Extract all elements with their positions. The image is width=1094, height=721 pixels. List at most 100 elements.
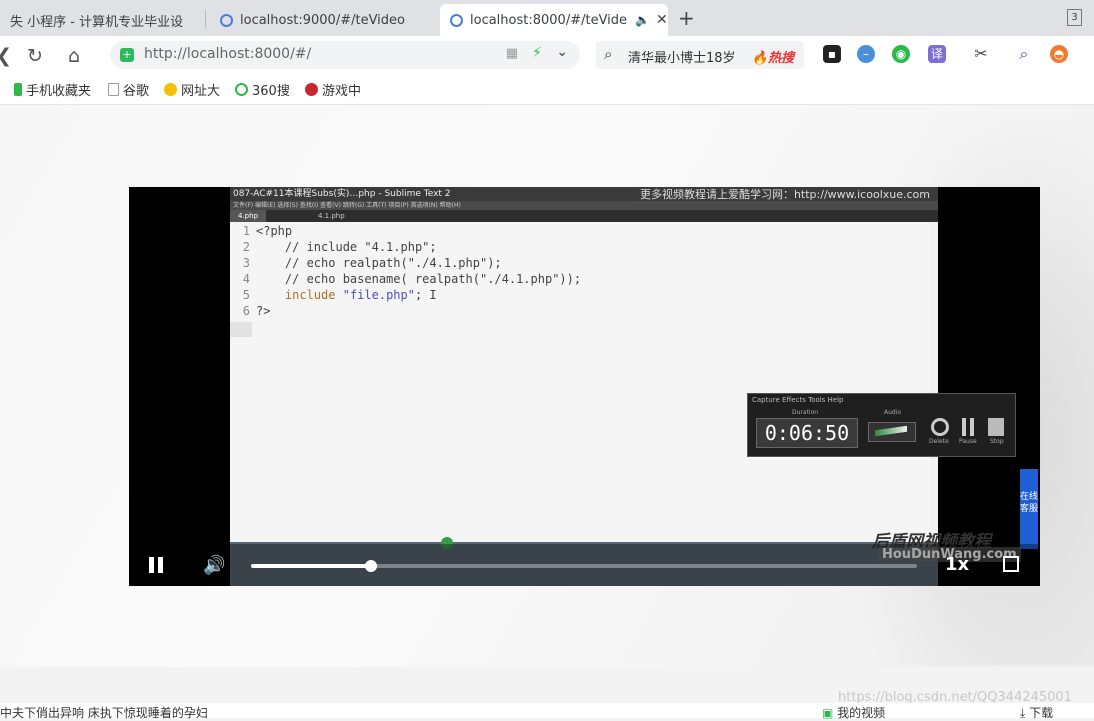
tab-localhost-9000[interactable]: localhost:9000/#/teVideo: [210, 4, 435, 36]
reload-icon[interactable]: ↻: [27, 45, 43, 67]
line-number: 6: [242, 304, 250, 318]
tab-localhost-8000[interactable]: localhost:8000/#/teVide 🔈 ✕: [440, 4, 668, 36]
audio-meter-fill: [875, 425, 907, 437]
line-number: 2: [242, 240, 250, 254]
pause-bar: [158, 557, 163, 573]
tab-count-badge[interactable]: 3: [1067, 9, 1082, 26]
audio-label: Audio: [884, 409, 902, 416]
duration-label: Duration: [792, 409, 819, 416]
code-keyword: include: [284, 288, 336, 302]
code-line: // echo basename( realpath("./4.1.php"))…: [256, 272, 582, 286]
player-controls: 🔊 1x: [129, 544, 1040, 586]
bookmark-label: 游戏中: [322, 84, 362, 99]
browser-toolbar: ❮ ↻ ⌂ + http://localhost:8000/#/ ▦ ⚡ ⌄ ⌕…: [0, 36, 1094, 74]
tab-label: 失 小程序 - 计算机专业毕业设: [10, 14, 184, 30]
tab-label: localhost:9000/#/teVideo: [240, 12, 405, 28]
fullscreen-corner: [1003, 564, 1011, 572]
speed-mode-icon[interactable]: ⚡: [532, 45, 542, 61]
address-text[interactable]: http://localhost:8000/#/: [144, 46, 311, 62]
bookmark-label: 谷歌: [123, 84, 150, 99]
delete-icon: [931, 418, 949, 436]
online-service-tab: 在线客服: [1020, 469, 1038, 549]
code-line: ?>: [256, 304, 271, 318]
audio-meter: [868, 422, 916, 442]
pause-button[interactable]: [149, 557, 163, 573]
current-line-gutter: [230, 322, 252, 337]
progress-knob[interactable]: [364, 560, 377, 572]
speaker-icon[interactable]: 🔈: [635, 13, 650, 27]
code-line: // echo realpath("./4.1.php");: [256, 256, 502, 270]
code-rest: ; I: [414, 288, 437, 302]
recorder-widget: Capture Effects Tools Help Duration Audi…: [747, 393, 1016, 457]
line-number: 3: [242, 256, 250, 270]
editor-tabs: 4.php 4.1.php: [230, 210, 938, 222]
video-player[interactable]: 087-AC#11本课程Subs(实)…php - Sublime Text 2…: [129, 187, 1040, 586]
bookmark-url-nav[interactable]: 网址大: [164, 80, 220, 99]
delete-label: Delete: [929, 438, 949, 445]
chevron-down-icon[interactable]: ⌄: [556, 44, 568, 60]
search-icon: ⌕: [604, 45, 613, 63]
bookmark-360[interactable]: 360搜: [235, 80, 290, 99]
line-number: 4: [242, 272, 250, 286]
fullscreen-corner: [1011, 564, 1019, 572]
phone-icon: [14, 83, 22, 96]
tab-label: localhost:8000/#/teVide: [470, 12, 628, 28]
circle-icon: [235, 83, 248, 96]
scissors-icon[interactable]: ✂: [972, 45, 990, 63]
magnifier-icon[interactable]: ⌕: [1015, 45, 1033, 63]
hot-search-badge[interactable]: 🔥热搜: [752, 47, 794, 66]
game-icon: [305, 83, 318, 96]
line-number: 1: [242, 224, 250, 238]
progress-played: [251, 564, 371, 568]
bookmarks-bar: 手机收藏夹 谷歌 网址大 360搜 游戏中: [0, 74, 1094, 105]
bookmark-games[interactable]: 游戏中: [305, 80, 361, 99]
line-number: 5: [242, 288, 250, 302]
fullscreen-corner: [1003, 556, 1011, 564]
bookmark-google[interactable]: 谷歌: [108, 80, 149, 99]
download-button[interactable]: ⤓ 下载: [1020, 704, 1053, 721]
fullscreen-corner: [1011, 556, 1019, 564]
stop-icon: [988, 418, 1004, 436]
code-line: <?php: [256, 224, 293, 238]
extension-chat-icon[interactable]: ◉: [892, 45, 910, 63]
tab-miniprogram[interactable]: 失 小程序 - 计算机专业毕业设: [0, 4, 200, 36]
extension-minus-icon[interactable]: –: [857, 45, 875, 63]
code-editor: 1 <?php 2 // include "4.1.php"; 3 // ech…: [230, 222, 930, 542]
security-shield-icon: +: [120, 48, 134, 62]
translate-icon[interactable]: 译: [928, 45, 946, 63]
code-string: "file.php": [342, 288, 415, 302]
bookmark-mobile[interactable]: 手机收藏夹: [14, 80, 91, 99]
close-tab-icon[interactable]: ✕: [656, 12, 668, 28]
stop-label: Stop: [990, 438, 1004, 445]
editor-tab: 4.php: [230, 210, 267, 222]
back-icon[interactable]: ❮: [0, 45, 12, 67]
qr-code-icon[interactable]: ▦: [506, 46, 518, 61]
search-query[interactable]: 清华最小博士18岁: [628, 47, 736, 66]
bookmark-label: 手机收藏夹: [26, 84, 92, 99]
recorder-time: 0:06:50: [756, 418, 858, 448]
extension-app-icon[interactable]: ▪: [823, 45, 841, 63]
tab-separator: [205, 10, 206, 28]
volume-icon[interactable]: 🔊: [203, 555, 225, 576]
search-box[interactable]: ⌕ 清华最小博士18岁 🔥热搜: [596, 41, 804, 69]
editor-menu: 文件(F) 编辑(E) 选择(S) 查找(I) 查看(V) 跳转(G) 工具(T…: [230, 201, 938, 210]
my-videos-button[interactable]: ▣ 我的视频: [822, 704, 885, 721]
editor-tab: 4.1.php: [318, 212, 345, 220]
video-frame: 087-AC#11本课程Subs(实)…php - Sublime Text 2…: [230, 187, 1038, 586]
home-icon[interactable]: ⌂: [68, 45, 80, 67]
address-bar[interactable]: + http://localhost:8000/#/ ▦ ⚡ ⌄: [110, 41, 580, 69]
new-tab-button[interactable]: +: [678, 6, 695, 30]
bookmark-label: 网址大: [181, 84, 221, 99]
recorder-menu: Capture Effects Tools Help: [752, 396, 844, 404]
news-ticker[interactable]: 中夫下俏出异响 床执下惊现睡着的孕妇: [0, 704, 208, 721]
page-icon: [108, 83, 119, 96]
pause-bar: [149, 557, 154, 573]
globe-icon: [220, 13, 233, 27]
bottom-bar: 中夫下俏出异响 床执下惊现睡着的孕妇 ▣ 我的视频 ⤓ 下载: [0, 703, 1094, 721]
game-controller-icon[interactable]: ◓: [1050, 45, 1068, 63]
playback-speed-button[interactable]: 1x: [945, 554, 969, 575]
progress-bar[interactable]: [251, 560, 917, 572]
fullscreen-icon[interactable]: [1003, 556, 1019, 572]
bookmark-label: 360搜: [252, 84, 290, 99]
pause-recording-icon: [962, 418, 974, 436]
